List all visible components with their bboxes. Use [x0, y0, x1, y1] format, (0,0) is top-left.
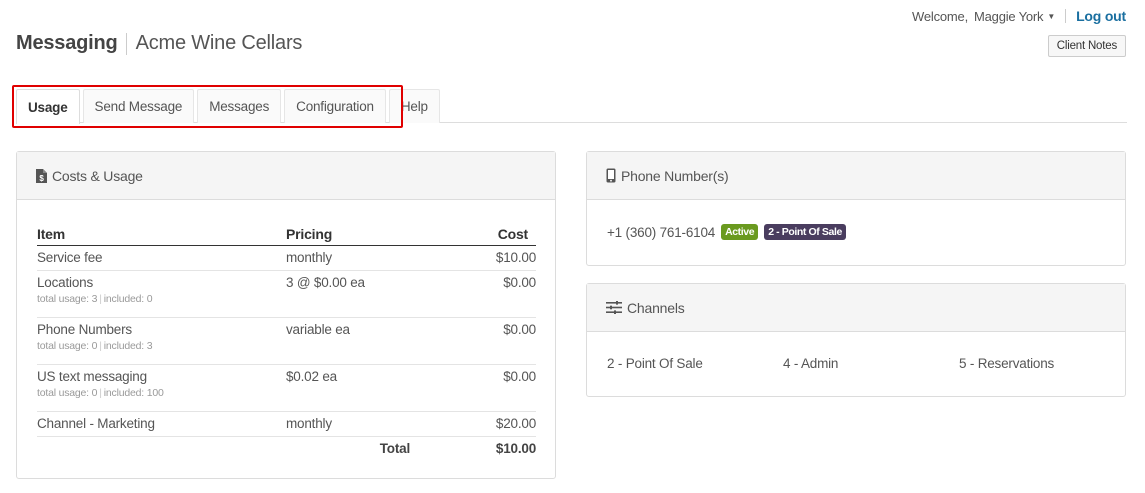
title-divider — [125, 32, 127, 55]
channels-panel: Channels 2 - Point Of Sale 4 - Admin 5 -… — [586, 283, 1126, 397]
welcome-text: Welcome, — [912, 8, 968, 24]
costs-usage-panel: $ Costs & Usage Item Pricing Cost Servic… — [16, 151, 556, 479]
row-cost: $10.00 — [495, 249, 536, 265]
row-usage-note: total usage: 3 | included: 0 — [37, 292, 153, 305]
table-row: Locations total usage: 3 | included: 0 3 @ … — [37, 270, 536, 318]
phone-number: +1 (360) 761-6104 — [607, 224, 716, 240]
user-menu[interactable]: Maggie York ▼ — [974, 9, 1055, 24]
row-pricing: monthly — [286, 249, 332, 265]
tab-send-message[interactable]: Send Message — [82, 89, 195, 123]
row-cost: $0.00 — [503, 274, 536, 290]
costs-table: Item Pricing Cost Service fee monthly $1… — [37, 223, 536, 461]
phone-numbers-panel: Phone Number(s) +1 (360) 761-6104 Active… — [586, 151, 1126, 266]
total-value: $10.00 — [495, 440, 536, 456]
row-item: US text messaging — [37, 368, 147, 384]
table-row: Phone Numbers total usage: 0 | included: 3 … — [37, 317, 536, 365]
divider — [1065, 9, 1067, 23]
dollar-file-icon: $ — [36, 168, 47, 183]
panel-title: Channels — [627, 299, 685, 316]
panel-header: Phone Number(s) — [587, 152, 1125, 200]
channel-item: 2 - Point Of Sale — [607, 356, 703, 371]
row-item: Phone Numbers — [37, 321, 132, 337]
panel-header: Channels — [587, 284, 1125, 332]
row-cost: $0.00 — [503, 321, 536, 337]
mobile-phone-icon — [606, 168, 616, 183]
row-pricing: $0.02 ea — [286, 368, 337, 384]
panel-header: $ Costs & Usage — [17, 152, 555, 200]
tab-usage[interactable]: Usage — [16, 89, 80, 124]
row-item: Locations — [37, 274, 93, 290]
tab-bar: Usage Send Message Messages Configuratio… — [16, 89, 1127, 124]
row-pricing: monthly — [286, 415, 332, 431]
page-title-client: Acme Wine Cellars — [135, 32, 303, 54]
status-badge: Active — [721, 224, 759, 240]
row-cost: $0.00 — [503, 368, 536, 384]
page-title: Messaging Acme Wine Cellars — [16, 32, 302, 55]
row-item: Channel - Marketing — [37, 415, 155, 431]
col-header-item: Item — [37, 223, 286, 246]
row-cost: $20.00 — [495, 415, 536, 431]
table-row: Channel - Marketing monthly $20.00 — [37, 411, 536, 437]
col-header-cost: Cost — [426, 223, 536, 246]
tab-help[interactable]: Help — [388, 89, 440, 123]
col-header-pricing: Pricing — [286, 223, 426, 246]
page-title-main: Messaging — [16, 32, 118, 54]
logout-link[interactable]: Log out — [1076, 8, 1126, 24]
row-usage-note: total usage: 0 | included: 3 — [37, 339, 153, 352]
total-label: Total — [379, 440, 410, 456]
caret-down-icon: ▼ — [1047, 11, 1056, 21]
panel-title: Phone Number(s) — [621, 167, 729, 184]
user-name: Maggie York — [974, 8, 1044, 24]
channel-item: 5 - Reservations — [959, 356, 1055, 371]
user-bar: Welcome, Maggie York ▼ Log out — [912, 8, 1126, 24]
phone-number-row: +1 (360) 761-6104 Active 2 - Point Of Sa… — [607, 224, 846, 240]
row-usage-note: total usage: 0 | included: 100 — [37, 386, 164, 399]
table-row: US text messaging total usage: 0 | included… — [37, 364, 536, 412]
table-header-row: Item Pricing Cost — [37, 223, 536, 246]
panel-title: Costs & Usage — [52, 167, 143, 184]
row-item: Service fee — [37, 249, 103, 265]
table-row: Service fee monthly $10.00 — [37, 245, 536, 271]
channel-badge: 2 - Point Of Sale — [764, 224, 846, 240]
client-notes-button[interactable]: Client Notes — [1047, 35, 1126, 57]
row-pricing: variable ea — [286, 321, 350, 337]
tab-configuration[interactable]: Configuration — [284, 89, 386, 123]
channel-item: 4 - Admin — [783, 356, 839, 371]
table-total-row: Total $10.00 — [37, 436, 536, 461]
tab-messages[interactable]: Messages — [197, 89, 282, 123]
row-pricing: 3 @ $0.00 ea — [286, 274, 365, 290]
sliders-icon — [606, 301, 622, 314]
